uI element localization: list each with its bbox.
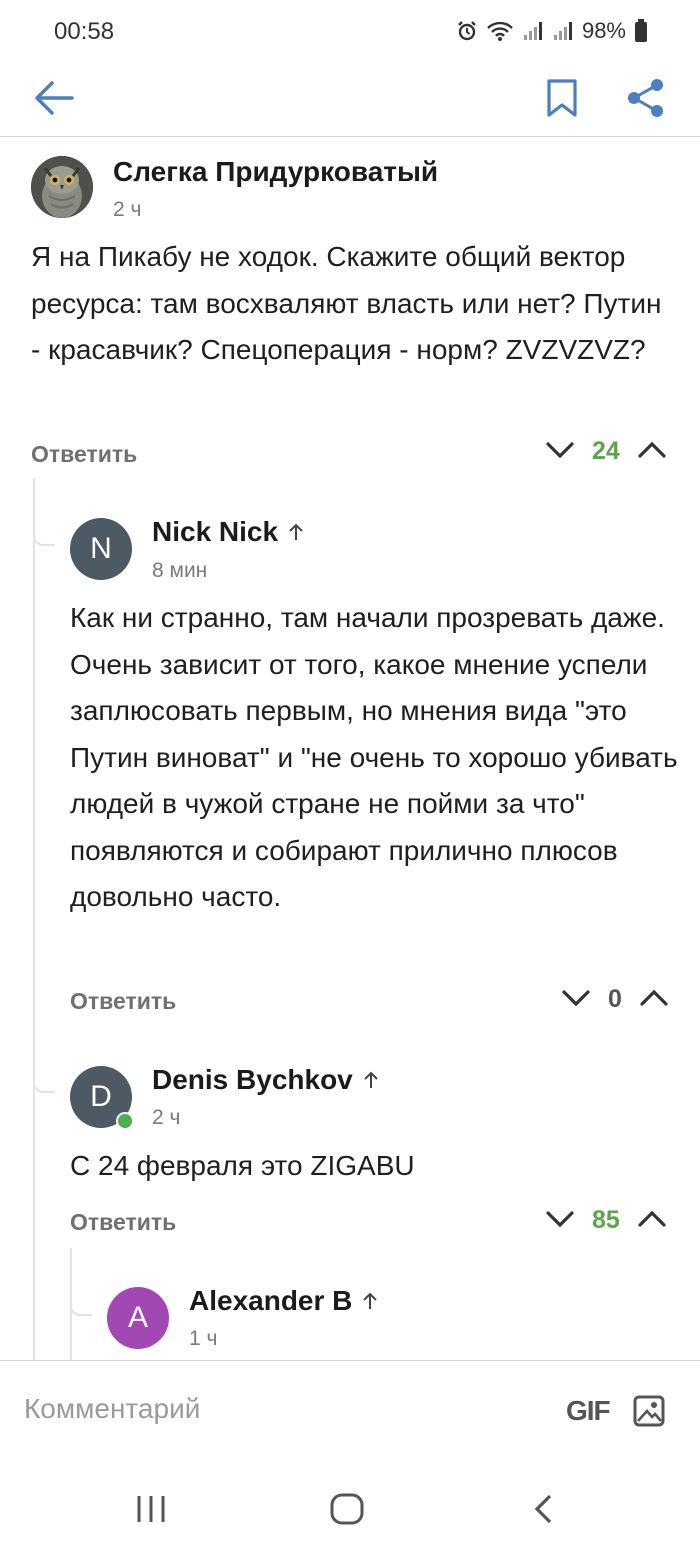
comment-text: С 24 февраля это ZIGABU	[70, 1150, 415, 1181]
comment-time: 2 ч	[113, 198, 142, 221]
comment-text: Как ни странно, там начали прозревать да…	[70, 602, 678, 912]
battery-icon	[635, 19, 647, 42]
back-arrow-icon	[35, 81, 74, 115]
arrow-up-icon	[364, 1071, 378, 1088]
system-back-button[interactable]	[532, 1493, 554, 1530]
comment-author[interactable]: Nick Nick	[152, 516, 304, 548]
author-name[interactable]: Nick Nick	[152, 516, 278, 548]
bookmark-icon	[547, 79, 577, 117]
attach-image-button[interactable]	[632, 1394, 666, 1433]
comment-text: Я на Пикабу не ходок. Скажите общий вект…	[31, 241, 662, 365]
comment-author[interactable]: Слегка Придурковатый	[113, 156, 438, 188]
battery-percent: 98%	[581, 18, 626, 43]
author-name[interactable]: Alexander B	[189, 1285, 352, 1317]
chevron-up-icon	[638, 1210, 666, 1227]
vote-controls: 85	[546, 1206, 666, 1235]
avatar[interactable]: N	[70, 518, 132, 580]
share-icon	[628, 79, 663, 117]
image-icon	[633, 1395, 665, 1427]
wifi-icon	[487, 21, 513, 41]
upvote-button[interactable]	[638, 437, 666, 466]
author-name[interactable]: Denis Bychkov	[152, 1064, 353, 1096]
recent-apps-button[interactable]	[134, 1494, 168, 1529]
alarm-icon	[458, 21, 476, 41]
online-indicator	[116, 1112, 134, 1130]
downvote-button[interactable]	[562, 985, 590, 1014]
thread-connector	[70, 1298, 92, 1316]
vote-controls: 24	[546, 437, 666, 466]
chevron-down-icon	[546, 442, 574, 459]
signal-icon-2	[553, 22, 572, 40]
rating-value: 85	[592, 1206, 620, 1234]
comment-author[interactable]: Denis Bychkov	[152, 1064, 379, 1096]
top-toolbar	[0, 62, 700, 137]
chevron-up-icon	[640, 989, 668, 1006]
arrow-up-icon	[363, 1292, 378, 1309]
chevron-down-icon	[546, 1211, 574, 1228]
avatar[interactable]	[31, 156, 93, 218]
author-name[interactable]: Слегка Придурковатый	[113, 156, 438, 188]
downvote-button[interactable]	[546, 1206, 574, 1235]
comment-time: 1 ч	[189, 1327, 218, 1350]
gif-button[interactable]: GIF	[566, 1395, 611, 1427]
rating-value: 24	[592, 437, 620, 465]
reply-button[interactable]: Ответить	[70, 1209, 176, 1236]
chevron-up-icon	[638, 441, 666, 458]
downvote-button[interactable]	[546, 437, 574, 466]
home-button[interactable]	[329, 1492, 365, 1531]
reply-button[interactable]: Ответить	[31, 441, 137, 468]
recent-apps-icon	[137, 1496, 165, 1522]
comment-input[interactable]: Комментарий	[24, 1393, 200, 1425]
bookmark-button[interactable]	[536, 72, 588, 124]
status-time: 00:58	[54, 18, 115, 45]
home-icon	[330, 1493, 364, 1525]
back-button[interactable]	[28, 72, 80, 124]
chevron-left-icon	[534, 1494, 552, 1524]
thread-line	[33, 478, 35, 1360]
comment-time: 8 мин	[152, 559, 208, 582]
share-button[interactable]	[620, 72, 672, 124]
reply-button[interactable]: Ответить	[70, 988, 176, 1015]
rating-value: 0	[608, 985, 622, 1013]
vote-controls: 0	[562, 985, 668, 1014]
system-nav-bar	[0, 1460, 700, 1556]
thread-connector	[33, 1075, 55, 1093]
status-icons: 98%	[456, 18, 648, 44]
chevron-down-icon	[562, 990, 590, 1007]
upvote-button[interactable]	[638, 1206, 666, 1235]
comment-input-bar: Комментарий GIF	[0, 1360, 700, 1461]
thread-connector	[33, 528, 55, 546]
avatar[interactable]: A	[107, 1287, 169, 1349]
signal-icon	[523, 22, 542, 40]
arrow-up-icon	[289, 523, 303, 540]
upvote-button[interactable]	[640, 985, 668, 1014]
comment-author[interactable]: Alexander B	[189, 1285, 378, 1317]
owl-avatar-icon	[31, 156, 93, 218]
comment-time: 2 ч	[152, 1106, 181, 1129]
